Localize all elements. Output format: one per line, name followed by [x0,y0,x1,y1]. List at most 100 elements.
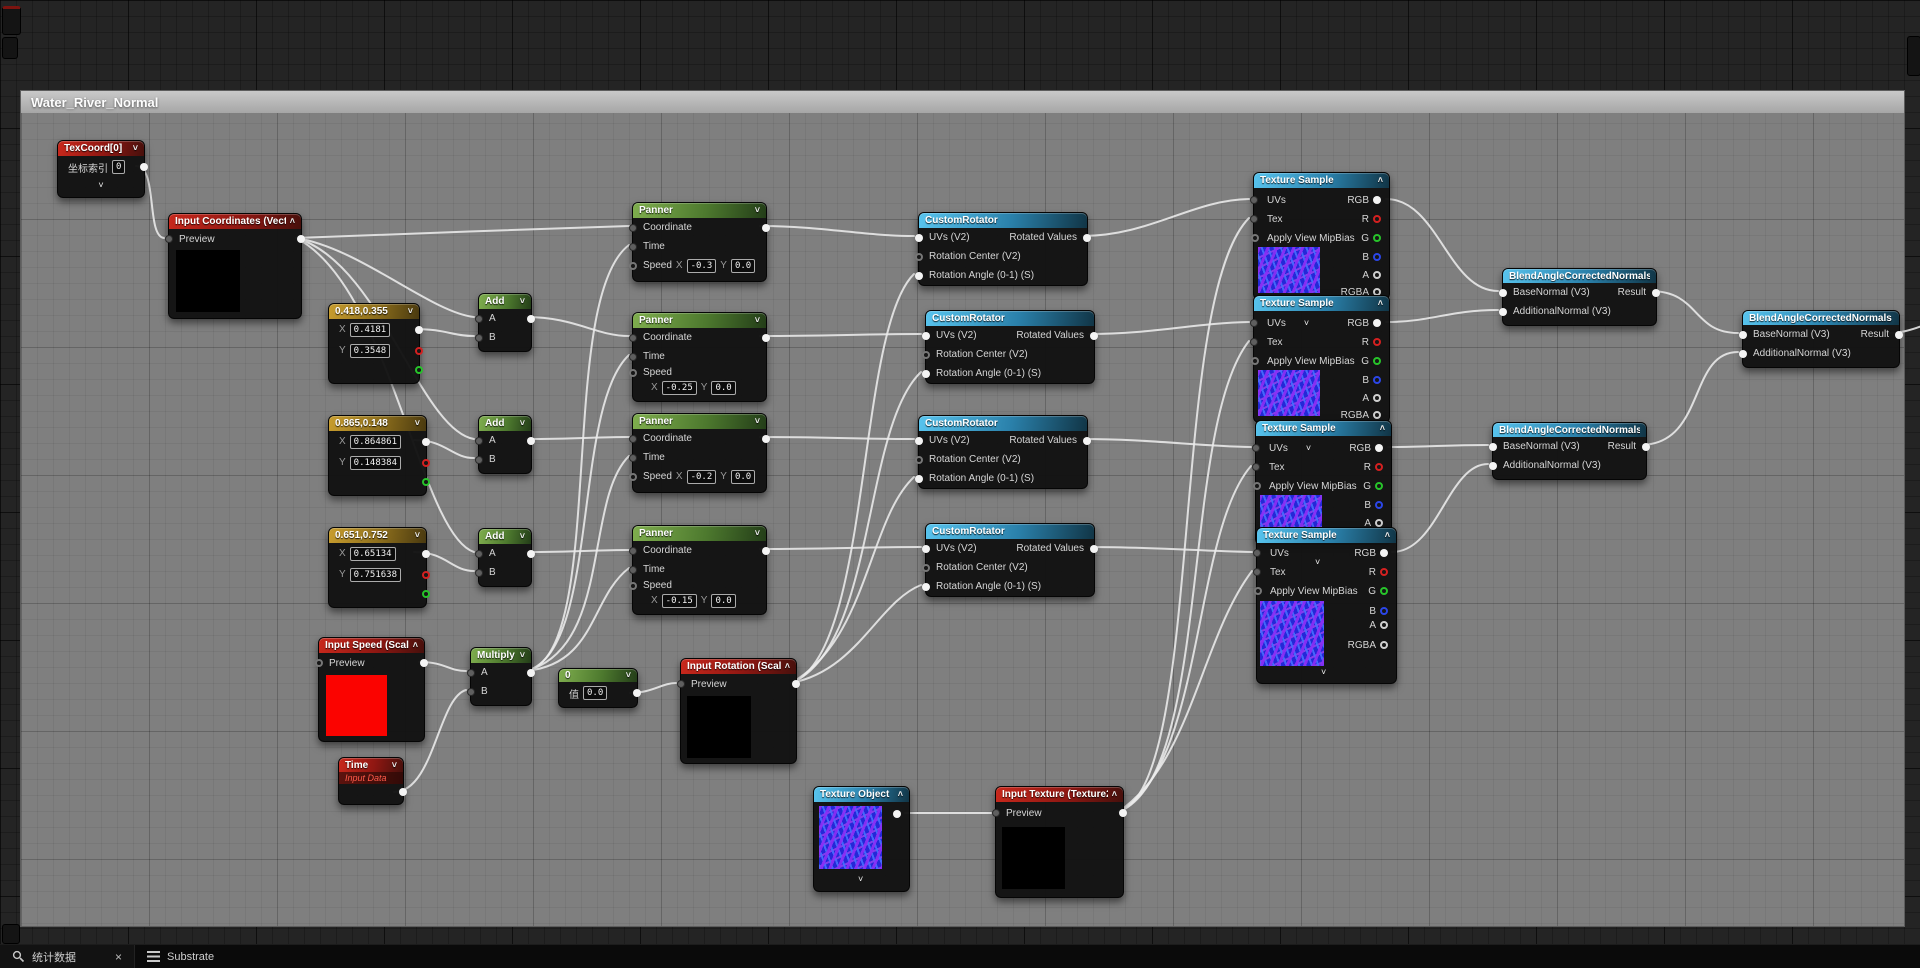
output-pin-a[interactable] [1373,271,1381,279]
node-header[interactable]: 0.865,0.148 ˅ [329,416,426,431]
chevron-down-icon[interactable]: ˅ [520,419,525,428]
chevron-up-icon[interactable]: ˄ [1112,790,1117,799]
output-pin[interactable] [1090,331,1098,340]
input-pin[interactable] [1253,549,1261,557]
input-pin[interactable] [915,252,923,261]
chevron-up-icon[interactable]: ˄ [1378,176,1383,185]
input-pin[interactable] [1489,442,1497,451]
chevron-down-icon[interactable]: ˅ [626,671,631,680]
speed-y-input[interactable]: 0.0 [730,258,756,273]
node-blend-normals-1[interactable]: BlendAngleCorrectedNormals BaseNormal (V… [1499,268,1660,326]
speed-x-input[interactable]: -0.15 [661,593,697,608]
output-pin[interactable] [1652,288,1660,297]
node-header[interactable]: Time ˅ [339,758,403,772]
node-header[interactable]: Add ˅ [479,294,531,309]
node-header[interactable]: BlendAngleCorrectedNormals [1503,269,1656,283]
coord-index-input[interactable]: 0 [112,160,126,174]
output-pin[interactable] [1895,330,1903,339]
node-header[interactable]: CustomRotator [926,311,1094,326]
node-header[interactable]: Panner ˅ [633,526,766,541]
node-header[interactable]: BlendAngleCorrectedNormals [1743,311,1899,325]
output-pin-r[interactable] [1373,215,1381,223]
node-header[interactable]: Texture Sample ˄ [1257,528,1396,543]
node-blend-normals-2[interactable]: BlendAngleCorrectedNormals BaseNormal (V… [1489,422,1650,480]
input-pin[interactable] [922,582,930,591]
offscreen-node-stub[interactable] [2,924,20,944]
input-pin[interactable] [629,434,637,443]
node-header[interactable]: Texture Object ˄ [814,787,909,802]
node-input-coordinates[interactable]: Input Coordinates (Vector2) ˄ Preview [165,213,305,319]
output-pin-a[interactable] [1373,394,1381,402]
input-pin[interactable] [1739,330,1747,339]
node-panner-4[interactable]: Panner ˅ Coordinate Time Speed X -0.15 Y… [629,525,770,615]
y-value-input[interactable]: 0.3548 [349,343,391,358]
output-pin[interactable] [527,314,535,323]
output-pin[interactable] [527,436,535,445]
chevron-down-icon[interactable]: ˅ [415,531,420,540]
offscreen-node-stub[interactable] [2,37,18,59]
input-pin[interactable] [1250,196,1258,204]
input-pin[interactable] [629,352,637,361]
output-pin[interactable] [762,333,770,342]
node-header[interactable]: CustomRotator [919,416,1087,431]
chevron-up-icon[interactable]: ˄ [1378,299,1383,308]
input-pin[interactable] [1254,587,1262,595]
input-pin[interactable] [629,581,637,590]
output-pin[interactable] [762,434,770,443]
output-pin[interactable] [422,549,430,558]
input-pin[interactable] [922,563,930,572]
input-pin[interactable] [467,668,475,677]
input-pin[interactable] [629,472,637,481]
chevron-down-icon[interactable]: ˅ [520,532,525,541]
node-header[interactable]: Panner ˅ [633,203,766,218]
output-pin-a[interactable] [1380,621,1388,629]
node-header[interactable]: Add ˅ [479,416,531,431]
node-custom-rotator-3[interactable]: CustomRotator UVs (V2) Rotated Values Ro… [915,415,1091,489]
chevron-down-icon[interactable]: ˅ [1306,443,1311,453]
output-pin[interactable] [399,788,407,796]
input-pin[interactable] [629,261,637,270]
input-pin[interactable] [1250,319,1258,327]
node-header[interactable]: CustomRotator [926,524,1094,539]
x-value-input[interactable]: 0.4181 [349,322,391,337]
input-pin[interactable] [1252,463,1260,471]
output-pin-r[interactable] [422,570,430,579]
input-pin[interactable] [165,235,173,243]
input-pin[interactable] [1253,568,1261,576]
output-pin-rgb[interactable] [1375,444,1383,452]
input-pin[interactable] [915,455,923,464]
chevron-down-icon[interactable]: ˅ [98,180,103,190]
node-header[interactable]: Input Coordinates (Vector2) ˄ [169,214,301,229]
output-pin[interactable] [762,223,770,232]
node-header[interactable]: BlendAngleCorrectedNormals [1493,423,1646,437]
node-constant2v-3[interactable]: 0.651,0.752 ˅ X 0.65134 Y 0.751638 [328,527,430,608]
node-header[interactable]: 0 ˅ [559,669,637,682]
chevron-up-icon[interactable]: ˄ [413,641,418,650]
node-header[interactable]: TexCoord[0] ˅ [58,141,144,156]
output-pin[interactable] [792,680,800,688]
node-input-speed[interactable]: Input Speed (Scalar) ˄ Preview [315,637,428,742]
x-value-input[interactable]: 0.65134 [349,546,396,561]
chevron-down-icon[interactable]: ˅ [1304,318,1309,328]
output-pin-r[interactable] [415,346,423,355]
output-pin-r[interactable] [1380,568,1388,576]
input-pin[interactable] [475,314,483,323]
output-pin-r[interactable] [422,458,430,467]
output-pin-g[interactable] [1380,587,1388,595]
chevron-down-icon[interactable]: ˅ [858,875,863,884]
input-pin[interactable] [475,568,483,577]
output-pin-b[interactable] [1373,253,1381,261]
output-pin-g[interactable] [422,590,430,598]
input-pin[interactable] [1252,444,1260,452]
input-pin[interactable] [629,453,637,462]
x-value-input[interactable]: 0.864861 [349,434,402,449]
input-pin[interactable] [467,687,475,696]
node-header[interactable]: 0.651,0.752 ˅ [329,528,426,543]
input-pin[interactable] [475,436,483,445]
node-header[interactable]: Panner ˅ [633,414,766,429]
chevron-down-icon[interactable]: ˅ [408,307,413,316]
tab-stats[interactable]: 统计数据 × [0,945,135,968]
node-header[interactable]: Texture Sample ˄ [1254,173,1389,188]
output-pin[interactable] [140,163,148,171]
input-pin[interactable] [629,333,637,342]
